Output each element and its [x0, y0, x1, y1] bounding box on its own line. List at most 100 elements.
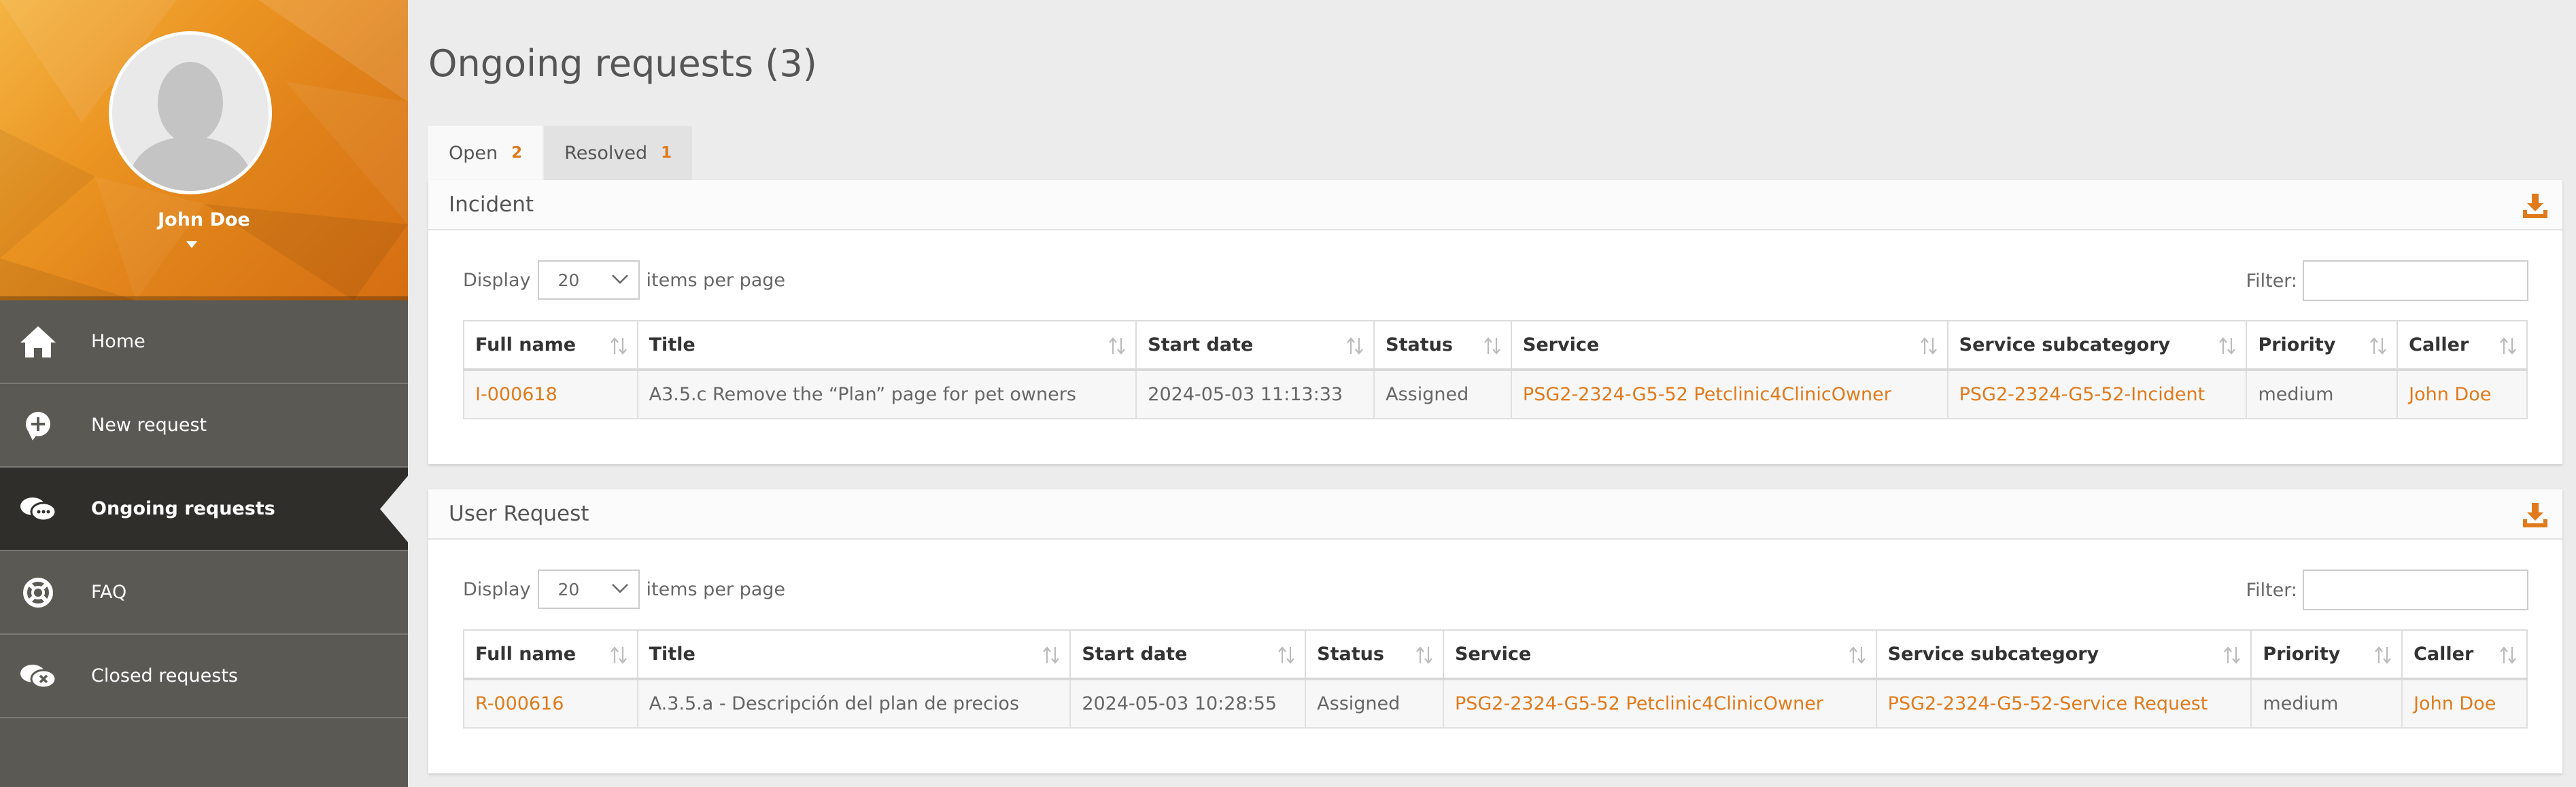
column-header[interactable]: Start date — [1069, 629, 1307, 680]
service-link[interactable]: PSG2-2324-G5-52 Petclinic4ClinicOwner — [1510, 369, 1948, 419]
tab-open[interactable]: Open 2 — [428, 126, 543, 180]
column-header[interactable]: Service subcategory — [1946, 320, 2248, 371]
sidebar-item-label: FAQ — [91, 582, 127, 603]
column-header[interactable]: Service subcategory — [1875, 629, 2252, 680]
tab-count-badge: 2 — [511, 144, 523, 162]
sidebar-item-new-request[interactable]: New request — [0, 384, 408, 468]
request-id-link[interactable]: I-000618 — [463, 369, 638, 419]
sort-icon[interactable] — [610, 646, 628, 665]
sidebar-item-label: Home — [91, 331, 145, 352]
table-row[interactable]: I-000618 A3.5.c Remove the “Plan” page f… — [463, 369, 2528, 419]
request-id-link[interactable]: R-000616 — [463, 678, 638, 729]
sort-icon[interactable] — [2369, 336, 2387, 355]
sidebar-item-faq[interactable]: FAQ — [0, 551, 408, 635]
service-subcategory-link[interactable]: PSG2-2324-G5-52-Incident — [1946, 369, 2248, 419]
service-link[interactable]: PSG2-2324-G5-52 Petclinic4ClinicOwner — [1442, 678, 1877, 729]
tabs: Open 2 Resolved 1 — [428, 126, 693, 180]
tab-resolved[interactable]: Resolved 1 — [544, 126, 693, 180]
status: Assigned — [1305, 678, 1444, 729]
panel-title: User Request — [449, 502, 589, 526]
request-title: A.3.5.a - Descripción del plan de precio… — [636, 678, 1071, 729]
sidebar-item-label: Ongoing requests — [91, 498, 275, 519]
column-header[interactable]: Title — [636, 320, 1137, 371]
table-header-row: Full name Title Start date Status Servic… — [463, 629, 2528, 680]
column-header[interactable]: Caller — [2401, 629, 2528, 680]
items-per-page-select[interactable]: 20 — [537, 260, 640, 300]
sort-icon[interactable] — [1849, 646, 1866, 665]
sidebar-item-ongoing-requests[interactable]: Ongoing requests — [0, 468, 409, 551]
column-header[interactable]: Service — [1510, 320, 1948, 371]
sort-icon[interactable] — [2374, 646, 2392, 665]
start-date: 2024-05-03 10:28:55 — [1069, 678, 1307, 729]
panel-title: Incident — [449, 192, 534, 217]
sort-icon[interactable] — [2223, 646, 2241, 665]
sidebar: John Doe Home New request Ongoing reques… — [0, 0, 409, 787]
column-header[interactable]: Start date — [1135, 320, 1375, 371]
sort-icon[interactable] — [1346, 336, 1364, 355]
table-header-row: Full name Title Start date Status Servic… — [463, 320, 2528, 371]
column-header[interactable]: Full name — [463, 320, 638, 371]
user-request-table: Full name Title Start date Status Servic… — [463, 629, 2528, 729]
download-icon[interactable] — [2522, 502, 2549, 529]
filter-input[interactable] — [2303, 570, 2528, 610]
sort-icon[interactable] — [2499, 336, 2517, 355]
display-label: Display — [463, 578, 531, 600]
start-date: 2024-05-03 11:13:33 — [1135, 369, 1375, 419]
sort-icon[interactable] — [1108, 336, 1126, 355]
column-header[interactable]: Service — [1442, 629, 1877, 680]
column-header[interactable]: Priority — [2250, 629, 2403, 680]
sort-icon[interactable] — [1277, 646, 1295, 665]
filter-label: Filter: — [2246, 270, 2298, 292]
table-row[interactable]: R-000616 A.3.5.a - Descripción del plan … — [463, 678, 2528, 729]
tab-label: Open — [449, 142, 498, 164]
column-header[interactable]: Priority — [2246, 320, 2399, 371]
priority: medium — [2246, 369, 2399, 419]
sidebar-item-label: New request — [91, 415, 207, 436]
page-title: Ongoing requests (3) — [428, 42, 817, 85]
user-name[interactable]: John Doe — [0, 209, 408, 230]
sort-icon[interactable] — [1415, 646, 1433, 665]
status: Assigned — [1373, 369, 1512, 419]
incident-panel: Incident Display 20 items per page Filte… — [428, 180, 2562, 464]
incident-table: Full name Title Start date Status Servic… — [463, 320, 2528, 419]
items-per-page-label: items per page — [646, 269, 786, 291]
home-icon — [19, 323, 57, 361]
priority: medium — [2250, 678, 2403, 729]
chevron-down-icon — [611, 584, 628, 593]
sort-icon[interactable] — [1920, 336, 1938, 355]
sort-icon[interactable] — [610, 336, 628, 355]
column-header[interactable]: Caller — [2397, 320, 2528, 371]
service-subcategory-link[interactable]: PSG2-2324-G5-52-Service Request — [1875, 678, 2252, 729]
closed-chat-icon — [19, 657, 57, 695]
filter-label: Filter: — [2246, 579, 2298, 601]
sidebar-item-label: Closed requests — [91, 665, 238, 686]
download-icon[interactable] — [2522, 192, 2549, 220]
column-header[interactable]: Status — [1305, 629, 1444, 680]
sort-icon[interactable] — [1042, 646, 1060, 665]
filter-input[interactable] — [2303, 260, 2528, 301]
sort-icon[interactable] — [2499, 646, 2517, 665]
tab-label: Resolved — [564, 142, 648, 164]
tab-count-badge: 1 — [661, 144, 672, 162]
profile-header: John Doe — [0, 0, 408, 300]
column-header[interactable]: Title — [636, 629, 1071, 680]
items-per-page-select[interactable]: 20 — [537, 570, 640, 609]
column-header[interactable]: Status — [1373, 320, 1512, 371]
caret-down-icon[interactable] — [186, 241, 197, 248]
caller-link[interactable]: John Doe — [2401, 678, 2528, 729]
caller-link[interactable]: John Doe — [2397, 369, 2528, 419]
avatar[interactable] — [109, 31, 272, 194]
column-header[interactable]: Full name — [463, 629, 638, 680]
items-per-page-label: items per page — [646, 578, 786, 600]
user-request-panel: User Request Display 20 items per page F… — [428, 489, 2562, 773]
lifebuoy-icon — [19, 574, 57, 612]
chevron-down-icon — [611, 275, 628, 284]
sort-icon[interactable] — [1483, 336, 1501, 355]
sidebar-item-closed-requests[interactable]: Closed requests — [0, 635, 408, 718]
sidebar-item-home[interactable]: Home — [0, 300, 408, 384]
display-label: Display — [463, 269, 531, 291]
plus-icon — [19, 406, 57, 444]
sort-icon[interactable] — [2218, 336, 2236, 355]
request-title: A3.5.c Remove the “Plan” page for pet ow… — [636, 369, 1137, 419]
main-content: Ongoing requests (3) Open 2 Resolved 1 I… — [408, 0, 2576, 787]
